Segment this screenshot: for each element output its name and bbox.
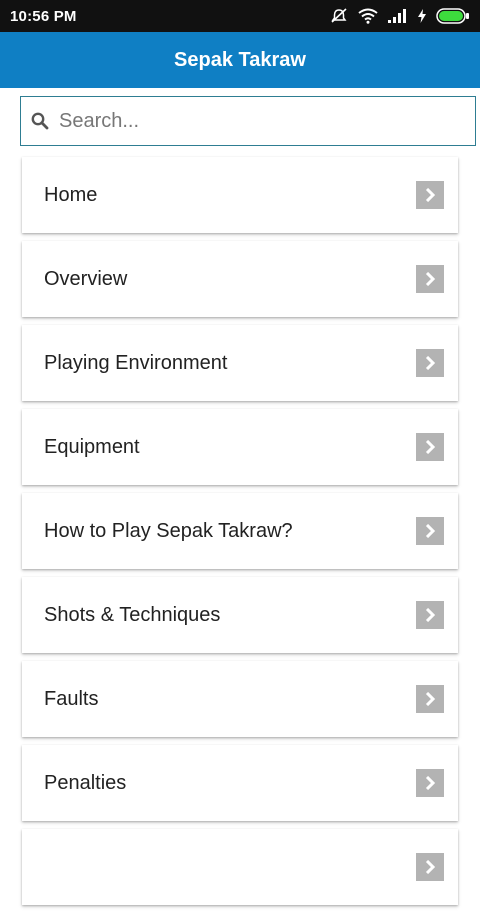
menu-item-shots-techniques[interactable]: Shots & Techniques — [22, 577, 458, 653]
menu-item-home[interactable]: Home — [22, 157, 458, 233]
menu-item-label: How to Play Sepak Takraw? — [44, 519, 293, 542]
menu-item-label: Equipment — [44, 435, 140, 458]
chevron-right-icon — [416, 433, 444, 461]
chevron-right-icon — [416, 601, 444, 629]
page-title: Sepak Takraw — [174, 48, 306, 71]
menu-item-penalties[interactable]: Penalties — [22, 745, 458, 821]
search-box[interactable] — [20, 96, 476, 146]
status-icons — [330, 8, 470, 24]
status-time: 10:56 PM — [10, 7, 77, 25]
menu-item-label: Penalties — [44, 771, 127, 794]
status-bar: 10:56 PM — [0, 0, 480, 32]
menu-item-label: Home — [44, 183, 98, 206]
menu-item-label: Playing Environment — [44, 351, 228, 374]
chevron-right-icon — [416, 265, 444, 293]
wifi-icon — [358, 8, 378, 24]
menu-item-faults[interactable]: Faults — [22, 661, 458, 737]
chevron-right-icon — [416, 349, 444, 377]
chevron-right-icon — [416, 181, 444, 209]
mute-icon — [330, 8, 348, 24]
signal-icon — [388, 9, 408, 23]
menu-item-overview[interactable]: Overview — [22, 241, 458, 317]
app-bar: Sepak Takraw — [0, 32, 480, 88]
search-input[interactable] — [59, 101, 439, 141]
chevron-right-icon — [416, 517, 444, 545]
charging-icon — [418, 9, 426, 23]
menu-item-equipment[interactable]: Equipment — [22, 409, 458, 485]
menu-list: Home Overview Playing Environment Equipm… — [22, 157, 458, 913]
chevron-right-icon — [416, 685, 444, 713]
menu-item-label: Overview — [44, 267, 128, 290]
menu-item-partial[interactable] — [22, 829, 458, 905]
battery-icon — [436, 8, 470, 24]
menu-item-label: Shots & Techniques — [44, 603, 221, 626]
menu-item-how-to-play[interactable]: How to Play Sepak Takraw? — [22, 493, 458, 569]
chevron-right-icon — [416, 853, 444, 881]
menu-item-playing-environment[interactable]: Playing Environment — [22, 325, 458, 401]
menu-item-label: Faults — [44, 687, 99, 710]
chevron-right-icon — [416, 769, 444, 797]
search-icon — [31, 112, 49, 130]
